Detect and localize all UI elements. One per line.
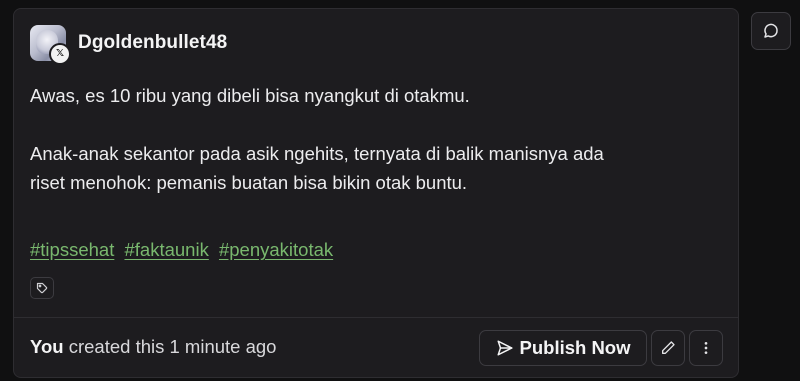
created-status: You created this 1 minute ago [30,335,276,359]
publish-now-button[interactable]: Publish Now [479,330,647,366]
send-icon [497,340,512,356]
post-header: 𝕏 Dgoldenbullet48 [30,25,227,65]
comment-icon [764,23,778,38]
post-paragraph-2-line-2: riset menohok: pemanis buatan bisa bikin… [30,172,468,193]
footer-divider [14,317,738,318]
avatar[interactable]: 𝕏 [30,25,71,65]
comment-button[interactable] [751,12,791,50]
hashtag-link[interactable]: #faktaunik [124,239,208,260]
created-time: created this 1 minute ago [63,336,277,357]
post-body: Awas, es 10 ribu yang dibeli bisa nyangk… [30,81,720,197]
tag-icon [36,282,48,294]
username[interactable]: Dgoldenbullet48 [78,32,227,54]
post-card: 𝕏 Dgoldenbullet48 Awas, es 10 ribu yang … [13,8,739,378]
edit-button[interactable] [651,330,685,366]
more-options-button[interactable] [689,330,723,366]
x-logo-icon: 𝕏 [49,43,71,65]
add-tag-button[interactable] [30,277,54,299]
created-by: You [30,336,64,357]
publish-now-label: Publish Now [519,337,631,358]
more-vertical-icon [704,342,708,354]
post-paragraph-2-line-1: Anak-anak sekantor pada asik ngehits, te… [30,143,604,164]
hashtag-list: #tipssehat #faktaunik #penyakitotak [30,235,338,264]
pencil-icon [662,341,675,354]
post-paragraph-1: Awas, es 10 ribu yang dibeli bisa nyangk… [30,85,470,106]
hashtag-link[interactable]: #penyakitotak [219,239,333,260]
hashtag-link[interactable]: #tipssehat [30,239,114,260]
